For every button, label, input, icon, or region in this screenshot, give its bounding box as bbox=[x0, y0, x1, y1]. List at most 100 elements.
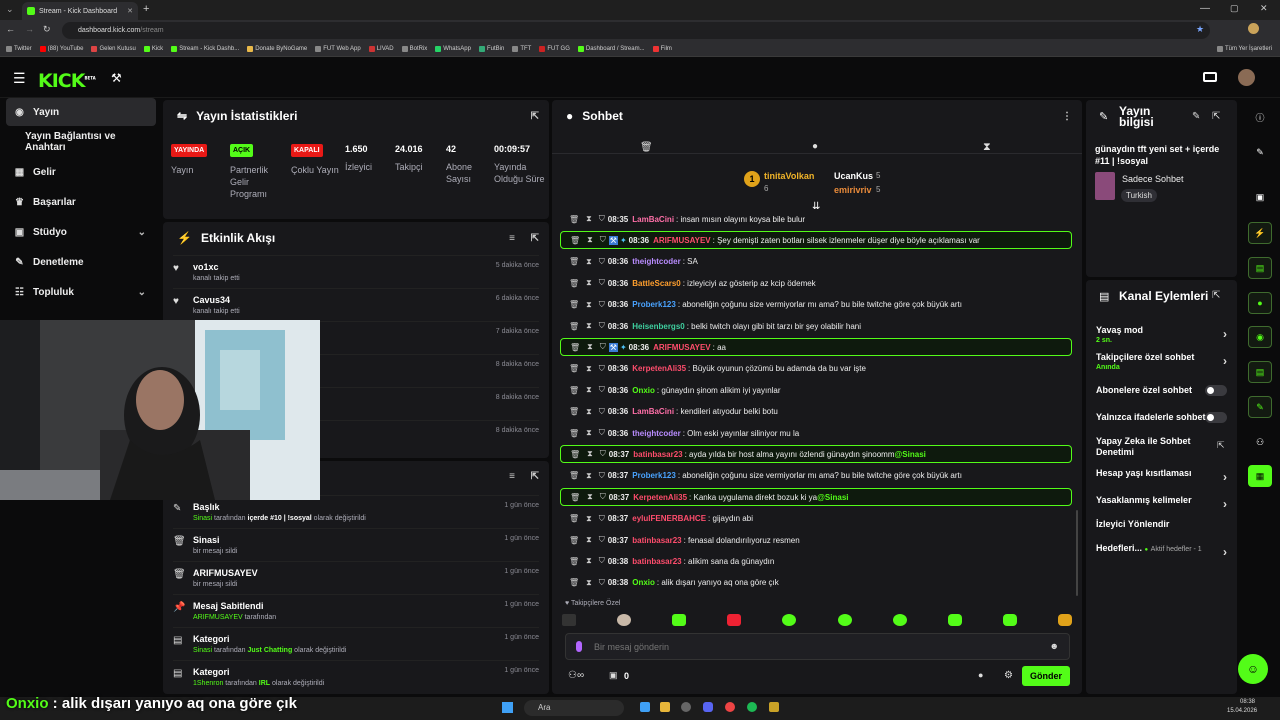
document-icon[interactable]: ▤ bbox=[1248, 257, 1272, 279]
chat-message[interactable]: 🗑 ⧗ ⛉ ⚒ ✦ 08:36 ARIFMUSAYEV: Şey demişti zaten… bbox=[560, 231, 1072, 250]
message-username[interactable]: Onxio bbox=[632, 578, 655, 587]
message-username[interactable]: Heisenbergs0 bbox=[632, 322, 684, 331]
trash-icon[interactable]: 🗑 bbox=[569, 322, 579, 331]
filter-icon[interactable]: ≡ bbox=[509, 233, 515, 244]
taskbar-app-icon[interactable] bbox=[747, 702, 757, 712]
trash-icon[interactable]: 🗑 bbox=[569, 536, 579, 545]
chat-message[interactable]: 🗑 ⧗ ⛉ ⚒ ✦ 08:36 ARIFMUSAYEV: aa bbox=[560, 338, 1072, 357]
popout-icon[interactable]: ⇱ bbox=[531, 233, 539, 244]
more-options-icon[interactable]: ⋮ bbox=[1062, 111, 1072, 122]
profile-avatar-icon[interactable] bbox=[1248, 23, 1259, 34]
emote-icon[interactable] bbox=[672, 614, 687, 626]
chat-message[interactable]: 🗑 ⧗ ⛉ 08:37 eylulFENERBAHCE: gijaydın abi bbox=[560, 510, 1072, 528]
shield-icon[interactable]: ⛉ bbox=[599, 535, 605, 545]
ai-moderation-row[interactable]: Yapay Zeka ile Sohbet Denetimi bbox=[1096, 436, 1206, 458]
hourglass-icon[interactable]: ⧗ bbox=[586, 578, 592, 588]
bookmark-item[interactable]: BotRix bbox=[401, 45, 427, 52]
message-username[interactable]: theightcoder bbox=[632, 429, 680, 438]
trash-icon[interactable]: 🗑 bbox=[569, 578, 579, 587]
users-infinity-icon[interactable]: ⚇∞ bbox=[568, 670, 584, 681]
chat-bubble-icon[interactable]: ● bbox=[1248, 292, 1272, 314]
trash-icon[interactable]: 🗑 bbox=[570, 450, 580, 459]
message-username[interactable]: Proberk123 bbox=[632, 471, 676, 480]
add-widget-icon[interactable]: ▦ bbox=[1248, 465, 1272, 487]
fullscreen-icon[interactable]: ▣ bbox=[1248, 186, 1272, 208]
message-username[interactable]: BattleScars0 bbox=[632, 279, 680, 288]
trash-icon[interactable]: 🗑 bbox=[569, 215, 579, 224]
message-username[interactable]: eylulFENERBAHCE bbox=[632, 514, 706, 523]
filter-icon[interactable]: ≡ bbox=[509, 471, 515, 482]
message-username[interactable]: Onxio bbox=[632, 386, 655, 395]
message-username[interactable]: LamBaCini bbox=[632, 407, 674, 416]
trash-icon[interactable]: 🗑 bbox=[569, 514, 579, 523]
emote-icon[interactable] bbox=[562, 614, 576, 626]
chat-message[interactable]: 🗑 ⧗ ⛉ 08:36 Onxio: günaydın şinom alikim iyi… bbox=[560, 381, 1072, 399]
bookmark-star-icon[interactable]: ★ bbox=[1196, 24, 1204, 35]
emote-icon[interactable] bbox=[892, 614, 907, 626]
chat-message[interactable]: 🗑 ⧗ ⛉ 08:36 LamBaCini: kendileri atıyodur be… bbox=[560, 403, 1072, 421]
taskbar-app-icon[interactable] bbox=[640, 702, 650, 712]
hourglass-icon[interactable]: ⧗ bbox=[586, 321, 592, 331]
chat-message[interactable]: 🗑 ⧗ ⛉ 08:38 batinbasar23: alikim sana da gün… bbox=[560, 552, 1072, 570]
hammer-icon[interactable]: ⚒ bbox=[111, 71, 122, 85]
followers-only-row[interactable]: Takipçilere özel sohbet Anında › bbox=[1096, 352, 1227, 371]
message-username[interactable]: ARIFMUSAYEV bbox=[653, 343, 711, 352]
taskbar-search[interactable]: Ara bbox=[524, 700, 624, 716]
sidebar-item-revenue[interactable]: ▦ Gelir bbox=[6, 158, 156, 186]
chat-message[interactable]: 🗑 ⧗ ⛉ 08:36 KerpetenAli35: Büyük oyunun çözü… bbox=[560, 360, 1072, 378]
bookmark-item[interactable]: Twitter bbox=[6, 45, 32, 52]
raid-row[interactable]: İzleyici Yönlendir bbox=[1096, 519, 1227, 529]
message-username[interactable]: batinbasar23 bbox=[632, 536, 681, 545]
emote-icon[interactable] bbox=[727, 614, 742, 626]
hourglass-icon[interactable]: ⧗ bbox=[586, 514, 592, 524]
send-button[interactable]: Gönder bbox=[1022, 666, 1070, 686]
banned-words-row[interactable]: Yasaklanmış kelimeler › bbox=[1096, 495, 1227, 511]
hourglass-icon[interactable]: ⧗ bbox=[586, 385, 592, 395]
hourglass-icon[interactable]: ⧗ bbox=[586, 364, 592, 374]
gift-icon[interactable]: ▣ bbox=[609, 670, 618, 681]
url-field[interactable]: dashboard.kick.com/stream bbox=[62, 22, 1210, 39]
taskbar-app-icon[interactable] bbox=[703, 702, 713, 712]
message-username[interactable]: KerpetenAli35 bbox=[633, 493, 687, 502]
bookmark-item[interactable]: FutBin bbox=[478, 45, 504, 52]
hourglass-icon[interactable]: ⧗ bbox=[586, 556, 592, 566]
broadcast-icon[interactable]: ◉ bbox=[1248, 326, 1272, 348]
close-tab-icon[interactable]: ✕ bbox=[127, 7, 133, 15]
trash-icon[interactable]: 🗑 bbox=[569, 407, 579, 416]
message-username[interactable]: KerpetenAli35 bbox=[632, 364, 686, 373]
trash-icon[interactable]: 🗑 bbox=[569, 364, 579, 373]
goals-row[interactable]: Hedefleri... ● Aktif hedefler - 1 › bbox=[1096, 543, 1227, 559]
hourglass-icon[interactable]: ⧗ bbox=[587, 342, 593, 352]
bookmark-item[interactable]: FUT GG bbox=[539, 45, 570, 52]
popout-icon[interactable]: ⇱ bbox=[531, 471, 539, 482]
shield-icon[interactable]: ⛉ bbox=[600, 342, 606, 352]
reload-icon[interactable]: ↻ bbox=[43, 24, 51, 35]
bookmark-item[interactable]: FUT Web App bbox=[315, 45, 361, 52]
chat-message[interactable]: 🗑 ⧗ ⛉ 08:36 Heisenbergs0: belki twitch olayı… bbox=[560, 317, 1072, 335]
message-mention[interactable]: @Sinasi bbox=[895, 450, 926, 459]
lightning-icon[interactable]: ⚡ bbox=[1248, 222, 1272, 244]
bookmark-item[interactable]: WhatsApp bbox=[435, 45, 471, 52]
hourglass-icon[interactable]: ⧗ bbox=[587, 235, 593, 245]
trash-icon[interactable]: 🗑 bbox=[569, 386, 579, 395]
bookmark-item[interactable]: (88) YouTube bbox=[39, 45, 83, 52]
trash-icon[interactable]: 🗑 bbox=[570, 236, 580, 245]
support-chat-icon[interactable]: ☺ bbox=[1238, 654, 1268, 684]
shield-icon[interactable]: ⛉ bbox=[599, 321, 605, 331]
bookmark-item[interactable]: Gelen Kutusu bbox=[91, 45, 136, 52]
hamburger-menu-icon[interactable]: ☰ bbox=[13, 70, 26, 87]
emote-only-toggle[interactable] bbox=[1205, 412, 1227, 423]
top-gifter-name[interactable]: emirivriv bbox=[834, 185, 872, 195]
shield-icon[interactable]: ⛉ bbox=[600, 235, 606, 245]
shield-icon[interactable]: ⛉ bbox=[599, 364, 605, 374]
category-name[interactable]: Sadece Sohbet bbox=[1122, 174, 1184, 184]
actions-icon[interactable]: ▤ bbox=[1248, 361, 1272, 383]
emote-icon[interactable] bbox=[1002, 614, 1017, 626]
shield-icon[interactable]: ⛉ bbox=[599, 556, 605, 566]
shield-icon[interactable]: ⛉ bbox=[599, 514, 605, 524]
account-age-row[interactable]: Hesap yaşı kısıtlaması › bbox=[1096, 468, 1227, 484]
trash-icon[interactable]: 🗑 bbox=[570, 493, 580, 502]
message-username[interactable]: LamBaCini bbox=[632, 215, 674, 224]
taskbar-app-icon[interactable] bbox=[725, 702, 735, 712]
message-username[interactable]: ARIFMUSAYEV bbox=[653, 236, 711, 245]
